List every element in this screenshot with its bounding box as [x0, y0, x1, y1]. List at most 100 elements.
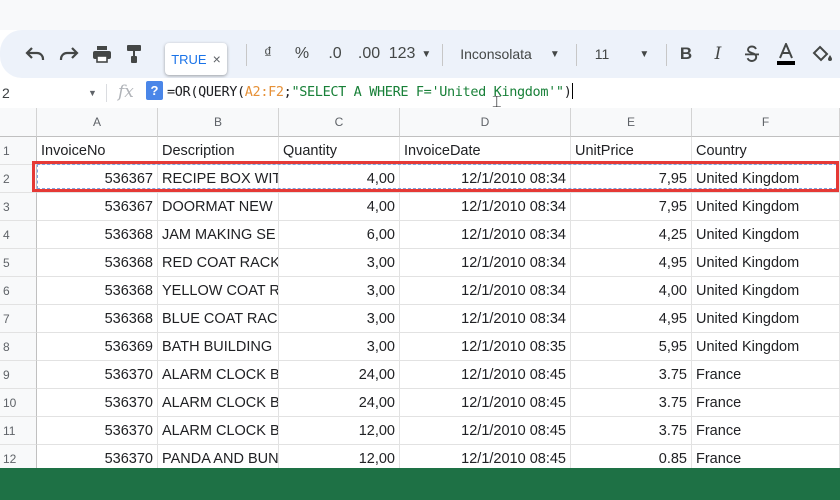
table-cell[interactable]: YELLOW COAT R — [158, 277, 279, 305]
row-header[interactable]: 1 — [0, 137, 37, 165]
undo-icon[interactable] — [22, 30, 48, 78]
redo-icon[interactable] — [56, 30, 82, 78]
font-family-dropdown[interactable]: Inconsolata ▼ — [452, 30, 568, 78]
table-cell[interactable]: 12/1/2010 08:45 — [400, 389, 571, 417]
row-header[interactable]: 7 — [0, 305, 37, 333]
table-cell[interactable]: DOORMAT NEW — [158, 193, 279, 221]
table-cell[interactable]: 536370 — [37, 417, 158, 445]
table-cell[interactable]: United Kingdom — [692, 221, 840, 249]
row-header[interactable]: 9 — [0, 361, 37, 389]
table-cell[interactable]: 12/1/2010 08:45 — [400, 417, 571, 445]
column-header-b[interactable]: B — [158, 108, 279, 137]
table-cell[interactable]: 12/1/2010 08:45 — [400, 445, 571, 468]
table-cell[interactable]: 7,95 — [571, 165, 692, 193]
table-cell[interactable]: United Kingdom — [692, 305, 840, 333]
table-cell[interactable]: RED COAT RACK — [158, 249, 279, 277]
table-cell[interactable]: 536370 — [37, 389, 158, 417]
row-header[interactable]: 3 — [0, 193, 37, 221]
table-cell[interactable]: BLUE COAT RACK — [158, 305, 279, 333]
header-cell[interactable]: Quantity — [279, 137, 400, 165]
table-cell[interactable]: 5,95 — [571, 333, 692, 361]
table-cell[interactable]: United Kingdom — [692, 193, 840, 221]
strikethrough-icon[interactable] — [740, 30, 764, 78]
row-header[interactable]: 2 — [0, 165, 37, 193]
table-cell[interactable]: 4,00 — [279, 193, 400, 221]
table-cell[interactable]: 12/1/2010 08:34 — [400, 249, 571, 277]
table-cell[interactable]: 4,25 — [571, 221, 692, 249]
table-cell[interactable]: 0.85 — [571, 445, 692, 468]
table-cell[interactable]: 3,00 — [279, 333, 400, 361]
table-cell[interactable]: 536370 — [37, 445, 158, 468]
table-cell[interactable]: 3.75 — [571, 389, 692, 417]
table-cell[interactable]: 7,95 — [571, 193, 692, 221]
table-cell[interactable]: 3,00 — [279, 277, 400, 305]
decrease-decimals-button[interactable]: .0 — [324, 30, 346, 78]
name-box[interactable]: 2 ▼ — [0, 78, 104, 108]
row-header[interactable]: 6 — [0, 277, 37, 305]
table-cell[interactable]: 12/1/2010 08:34 — [400, 193, 571, 221]
column-header-c[interactable]: C — [279, 108, 400, 137]
print-icon[interactable] — [89, 30, 115, 78]
table-cell[interactable]: 3,00 — [279, 249, 400, 277]
select-all-corner[interactable] — [0, 108, 37, 137]
bold-button[interactable]: B — [676, 30, 696, 78]
number-format-dropdown[interactable]: 123 ▼ — [388, 30, 432, 78]
table-cell[interactable]: 536369 — [37, 333, 158, 361]
table-cell[interactable]: United Kingdom — [692, 333, 840, 361]
increase-decimals-button[interactable]: .00 — [356, 30, 382, 78]
table-cell[interactable]: JAM MAKING SE — [158, 221, 279, 249]
column-header-e[interactable]: E — [571, 108, 692, 137]
row-header[interactable]: 5 — [0, 249, 37, 277]
table-cell[interactable]: RECIPE BOX WIT — [158, 165, 279, 193]
header-cell[interactable]: UnitPrice — [571, 137, 692, 165]
column-header-a[interactable]: A — [37, 108, 158, 137]
header-cell[interactable]: Country — [692, 137, 840, 165]
italic-button[interactable]: I — [708, 30, 728, 78]
table-cell[interactable]: PANDA AND BUN — [158, 445, 279, 468]
table-cell[interactable]: 12/1/2010 08:34 — [400, 221, 571, 249]
currency-format-button[interactable]: ₫ — [258, 30, 278, 78]
table-cell[interactable]: 12,00 — [279, 417, 400, 445]
table-cell[interactable]: 536368 — [37, 221, 158, 249]
table-cell[interactable]: 536367 — [37, 165, 158, 193]
text-color-icon[interactable] — [774, 30, 798, 78]
table-cell[interactable]: 536368 — [37, 305, 158, 333]
table-cell[interactable]: 12/1/2010 08:34 — [400, 165, 571, 193]
row-header[interactable]: 4 — [0, 221, 37, 249]
row-header[interactable]: 10 — [0, 389, 37, 417]
table-cell[interactable]: 536368 — [37, 277, 158, 305]
table-cell[interactable]: 12/1/2010 08:34 — [400, 277, 571, 305]
header-cell[interactable]: Description — [158, 137, 279, 165]
table-cell[interactable]: 6,00 — [279, 221, 400, 249]
formula-help-icon[interactable]: ? — [146, 81, 163, 100]
fill-color-icon[interactable] — [810, 30, 836, 78]
table-cell[interactable]: 24,00 — [279, 361, 400, 389]
column-header-d[interactable]: D — [400, 108, 571, 137]
table-cell[interactable]: United Kingdom — [692, 277, 840, 305]
table-cell[interactable]: 3.75 — [571, 417, 692, 445]
table-cell[interactable]: France — [692, 417, 840, 445]
column-header-f[interactable]: F — [692, 108, 840, 137]
formula-input[interactable]: =OR(QUERY(A2:F2;"SELECT A WHERE F='Unite… — [167, 83, 574, 100]
table-cell[interactable]: 12/1/2010 08:45 — [400, 361, 571, 389]
table-cell[interactable]: France — [692, 361, 840, 389]
table-cell[interactable]: 12/1/2010 08:35 — [400, 333, 571, 361]
table-cell[interactable]: France — [692, 445, 840, 468]
row-header[interactable]: 8 — [0, 333, 37, 361]
table-cell[interactable]: ALARM CLOCK B — [158, 361, 279, 389]
header-cell[interactable]: InvoiceDate — [400, 137, 571, 165]
table-cell[interactable]: France — [692, 389, 840, 417]
table-cell[interactable]: 12/1/2010 08:34 — [400, 305, 571, 333]
row-header[interactable]: 12 — [0, 445, 37, 468]
table-cell[interactable]: 536367 — [37, 193, 158, 221]
font-size-dropdown[interactable]: 11 ▼ — [586, 30, 658, 78]
table-cell[interactable]: 3,00 — [279, 305, 400, 333]
table-cell[interactable]: 536368 — [37, 249, 158, 277]
header-cell[interactable]: InvoiceNo — [37, 137, 158, 165]
table-cell[interactable]: 4,00 — [279, 165, 400, 193]
table-cell[interactable]: 4,95 — [571, 305, 692, 333]
paint-format-icon[interactable] — [121, 30, 147, 78]
table-cell[interactable]: 536370 — [37, 361, 158, 389]
table-cell[interactable]: ALARM CLOCK B — [158, 417, 279, 445]
table-cell[interactable]: 12,00 — [279, 445, 400, 468]
